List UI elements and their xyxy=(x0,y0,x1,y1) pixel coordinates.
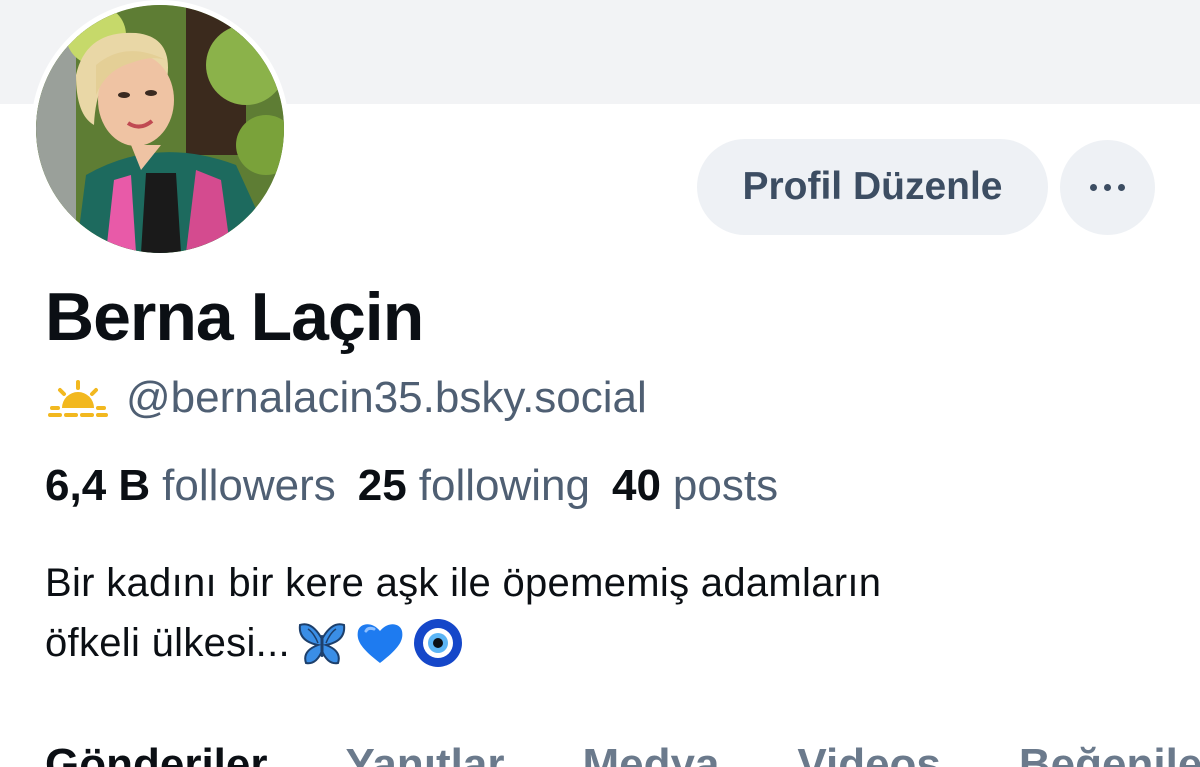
more-options-button[interactable] xyxy=(1060,140,1155,235)
following-stat[interactable]: 25 following xyxy=(358,461,590,511)
posts-count: 40 xyxy=(611,461,661,510)
followers-stat[interactable]: 6,4 B followers xyxy=(45,461,336,511)
display-name: Berna Laçin xyxy=(45,279,424,355)
edit-profile-button[interactable]: Profil Düzenle xyxy=(697,139,1048,235)
followers-count: 6,4 B xyxy=(45,461,151,510)
blue-heart-icon xyxy=(354,617,406,669)
tab-likes[interactable]: Beğeniler xyxy=(1019,740,1200,767)
sun-icon xyxy=(48,380,108,417)
following-label: following xyxy=(418,461,590,510)
bio-line-1: Bir kadını bir kere aşk ile öpememiş ada… xyxy=(45,561,882,605)
bio-line-2-row: öfkeli ülkesi... xyxy=(45,613,1145,673)
posts-label: posts xyxy=(672,461,779,510)
profile-stats: 6,4 B followers 25 following 40 posts xyxy=(45,458,800,514)
posts-stat: 40 posts xyxy=(612,461,778,511)
nazar-amulet-icon xyxy=(412,617,464,669)
tab-videos[interactable]: Videos xyxy=(797,740,940,767)
tab-replies[interactable]: Yanıtlar xyxy=(346,740,505,767)
handle[interactable]: @bernalacin35.bsky.social xyxy=(126,373,647,423)
profile-page: Profil Düzenle Berna Laçin @bernalacin35… xyxy=(0,0,1200,767)
butterfly-icon xyxy=(296,617,348,669)
more-options-icon xyxy=(1090,184,1125,191)
avatar[interactable] xyxy=(31,0,289,258)
bio-line-2: öfkeli ülkesi... xyxy=(45,621,290,665)
tab-media[interactable]: Medya xyxy=(582,740,719,767)
profile-tabs: Gönderiler Yanıtlar Medya Videos Beğenil… xyxy=(45,740,1200,767)
following-count: 25 xyxy=(357,461,407,510)
profile-bio: Bir kadını bir kere aşk ile öpememiş ada… xyxy=(45,553,1145,673)
followers-label: followers xyxy=(162,461,336,510)
tab-posts[interactable]: Gönderiler xyxy=(45,740,268,767)
handle-row: @bernalacin35.bsky.social xyxy=(48,370,647,426)
profile-photo xyxy=(36,5,284,253)
